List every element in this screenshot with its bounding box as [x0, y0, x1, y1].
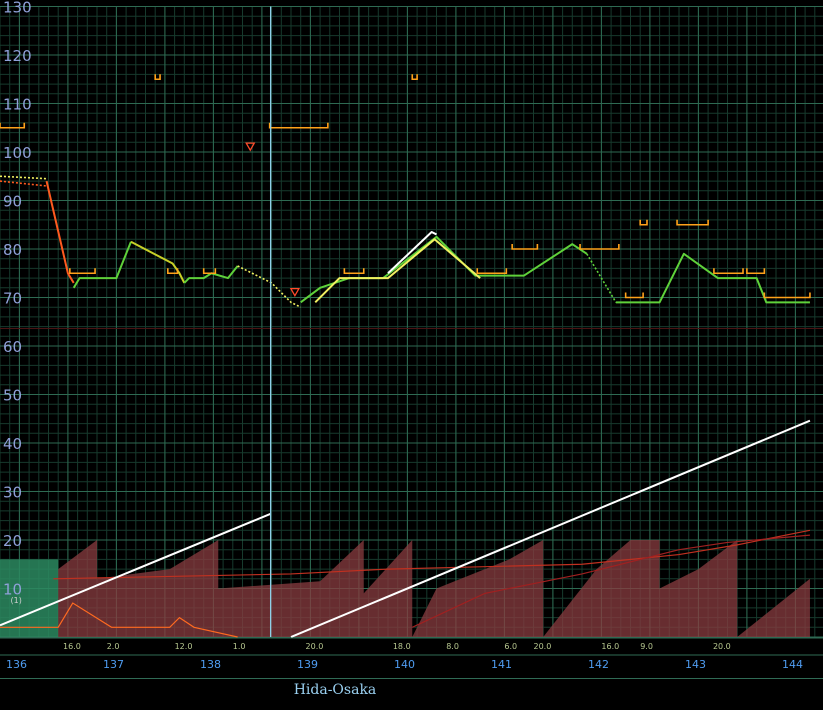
x-tick-label: 138: [200, 658, 221, 671]
y-tick-label: 60: [3, 338, 22, 356]
y-tick-label: 130: [3, 0, 32, 17]
x-minor-label: 2.0: [107, 642, 120, 651]
x-minor-label: 16.0: [63, 642, 81, 651]
route-label: Hida-Osaka: [293, 682, 377, 698]
y-tick-label: 30: [3, 484, 22, 502]
x-minor-label: 12.0: [175, 642, 193, 651]
footer-bar: Hida-Osaka: [0, 678, 823, 707]
y-tick-label: 80: [3, 241, 22, 259]
x-tick-label: 137: [103, 658, 124, 671]
paren-label: (1): [11, 596, 22, 605]
x-tick-label: 143: [685, 658, 706, 671]
x-tick-label: 136: [6, 658, 27, 671]
chart-area[interactable]: 10 20 30 40 50 60 70 80 90 100 110 120 130 16.0 2.0 12.…: [0, 0, 823, 706]
x-tick-label: 139: [297, 658, 318, 671]
y-tick-label: 20: [3, 532, 22, 550]
y-tick-label: 50: [3, 387, 22, 405]
x-tick-label: 142: [588, 658, 609, 671]
y-tick-label: 100: [3, 144, 32, 162]
y-tick-label: 90: [3, 193, 22, 211]
speed-profile-chart[interactable]: 10203040506070809010011012013016.0 2.0 12.…: [0, 0, 823, 706]
x-tick-label: 140: [394, 658, 415, 671]
x-minor-label: 1.0: [233, 642, 246, 651]
x-minor-label: 9.0: [640, 642, 653, 651]
x-minor-label: 8.0: [446, 642, 459, 651]
x-minor-label: 20.0: [306, 642, 324, 651]
x-minor-label: 16.0: [601, 642, 619, 651]
y-tick-label: 70: [3, 290, 22, 308]
y-tick-label: 110: [3, 96, 32, 114]
x-minor-label: 20.0: [534, 642, 552, 651]
x-tick-label: 141: [491, 658, 512, 671]
x-minor-label: 6.0: [504, 642, 517, 651]
y-tick-label: 120: [3, 47, 32, 65]
x-tick-label: 144: [782, 658, 803, 671]
y-tick-label: 40: [3, 435, 22, 453]
x-minor-label: 18.0: [393, 642, 411, 651]
x-minor-label: 20.0: [713, 642, 731, 651]
